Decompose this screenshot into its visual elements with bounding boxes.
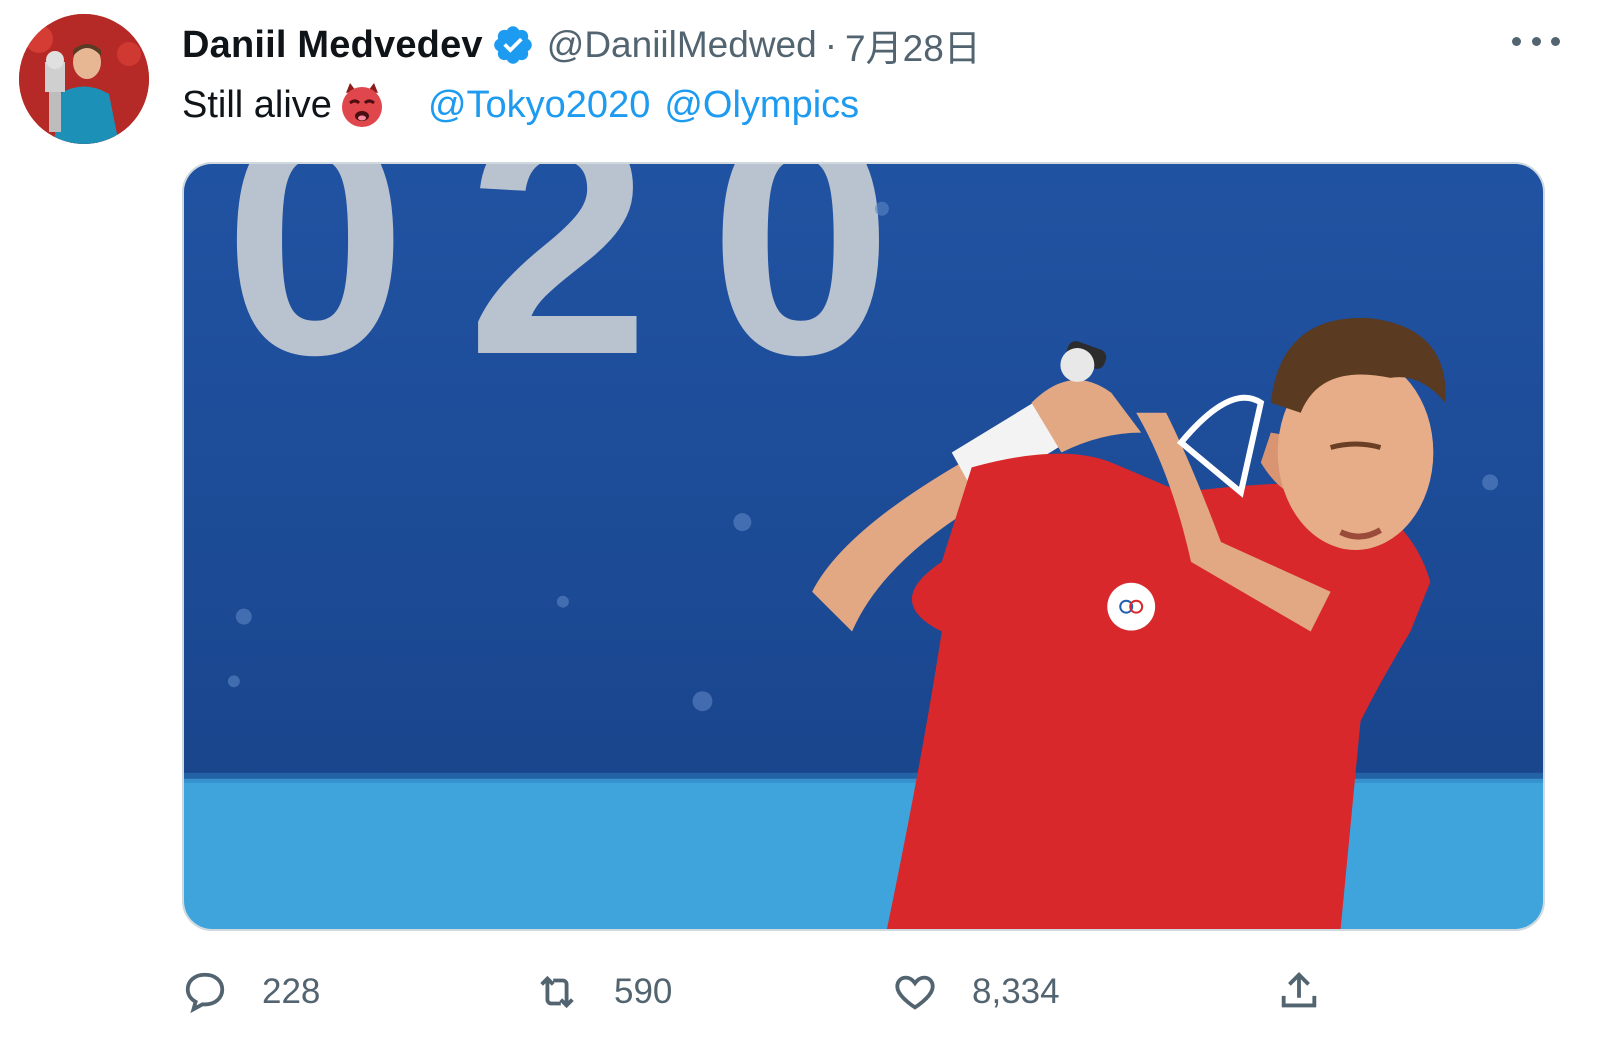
tweet-actions: 228 590 8,334 <box>182 962 1362 1022</box>
mention-olympics[interactable]: @Olympics <box>664 84 859 127</box>
reply-button[interactable]: 228 <box>182 962 320 1022</box>
reply-icon <box>182 969 228 1015</box>
retweet-count: 590 <box>614 972 673 1011</box>
tweet-date[interactable]: 7月28日 <box>845 18 981 72</box>
tweet-header: Daniil Medvedev @DaniilMedwed · 7月28日 <box>182 20 981 70</box>
mention-tokyo2020[interactable]: @Tokyo2020 <box>428 84 650 127</box>
avatar-image <box>19 14 149 144</box>
hot-face-devil-emoji-icon <box>338 81 386 129</box>
tweet-text: Still alive @Tokyo2020 @Olympics <box>182 80 873 130</box>
share-icon <box>1276 969 1322 1015</box>
more-icon[interactable] <box>1512 26 1560 56</box>
retweet-icon <box>534 969 580 1015</box>
header-separator: · <box>824 24 838 65</box>
avatar[interactable] <box>19 14 149 144</box>
tweet-body-text: Still alive <box>182 83 332 126</box>
verified-badge-icon <box>491 23 535 67</box>
display-name[interactable]: Daniil Medvedev <box>182 24 483 67</box>
author-handle[interactable]: @DaniilMedwed <box>547 24 817 66</box>
photo-tennis-player: 020 <box>184 164 1543 929</box>
banner-text: 020 <box>224 164 952 423</box>
tweet-media-photo[interactable]: 020 <box>182 162 1545 931</box>
like-button[interactable]: 8,334 <box>892 962 1060 1022</box>
retweet-button[interactable]: 590 <box>534 962 672 1022</box>
tweet-card[interactable]: Daniil Medvedev @DaniilMedwed · 7月28日 St… <box>0 0 1600 1049</box>
like-count: 8,334 <box>972 972 1060 1011</box>
reply-count: 228 <box>262 972 321 1011</box>
share-button[interactable] <box>1276 962 1322 1022</box>
like-icon <box>892 969 938 1015</box>
